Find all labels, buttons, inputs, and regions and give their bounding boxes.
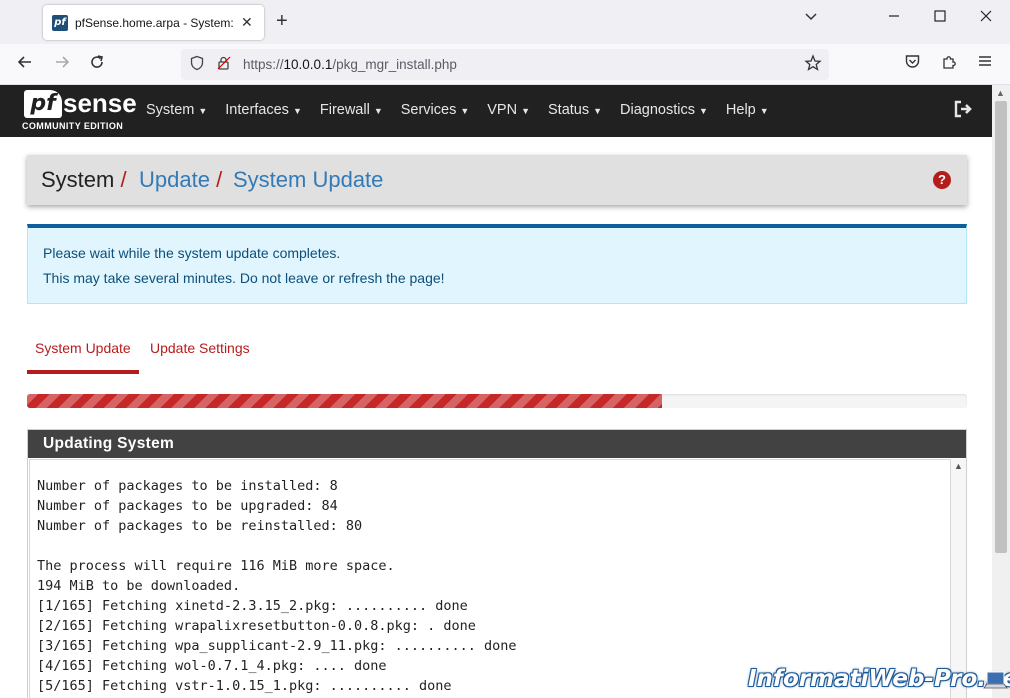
pfsense-logo-mark: pf [24, 90, 62, 118]
close-tab-icon[interactable]: ✕ [241, 14, 253, 31]
menu-interfaces[interactable]: Interfaces ▼ [225, 85, 302, 137]
new-tab-plus-icon[interactable]: + [276, 10, 288, 33]
url-text: https://10.0.0.1/pkg_mgr_install.php [243, 57, 457, 72]
menu-interfaces-label: Interfaces [225, 102, 289, 118]
url-path: /pkg_mgr_install.php [332, 57, 457, 72]
caret-down-icon: ▼ [198, 106, 208, 116]
console-line: [5/165] Fetching vstr-1.0.15_1.pkg: ....… [37, 678, 452, 694]
tab-system-update[interactable]: System Update [35, 340, 131, 356]
console-line: Number of packages to be installed: 8 [37, 478, 338, 494]
pfsense-favicon-icon: pf [52, 14, 68, 31]
breadcrumb-update-link[interactable]: Update / [139, 167, 222, 193]
site-security-lock-icon[interactable] [216, 55, 232, 75]
alert-line-2: This may take several minutes. Do not le… [43, 270, 445, 286]
minimize-window-icon[interactable] [886, 8, 902, 29]
close-window-icon[interactable] [978, 8, 994, 29]
active-tab-indicator [27, 370, 139, 374]
reload-icon[interactable] [88, 53, 106, 76]
watermark-laptop-icon [982, 668, 1008, 694]
caret-down-icon: ▼ [460, 106, 470, 116]
console-line: The process will require 116 MiB more sp… [37, 558, 395, 574]
caret-down-icon: ▼ [521, 106, 531, 116]
watermark-text: InformatiWeb-Pro.net [748, 666, 1010, 692]
browser-nav-bar: https://10.0.0.1/pkg_mgr_install.php [0, 44, 1010, 85]
help-question-icon[interactable]: ? [933, 171, 951, 189]
address-bar[interactable]: https://10.0.0.1/pkg_mgr_install.php [181, 49, 829, 80]
update-progress-fill [27, 394, 663, 408]
caret-down-icon: ▼ [699, 106, 708, 116]
caret-down-icon: ▼ [759, 106, 769, 116]
scroll-up-arrow-icon[interactable]: ▲ [996, 88, 1005, 98]
breadcrumb-separator-text: / [120, 167, 127, 192]
update-progress-bar [27, 394, 967, 408]
tracking-protection-shield-icon[interactable] [189, 55, 205, 75]
pfsense-top-navbar: pf sense COMMUNITY EDITION System ▼ Inter… [0, 85, 992, 137]
maximize-window-icon[interactable] [932, 8, 948, 29]
alert-line-1: Please wait while the system update comp… [43, 245, 341, 261]
console-text: Number of packages to be installed: 8 Num… [37, 476, 517, 696]
info-alert: Please wait while the system update comp… [27, 224, 967, 304]
menu-services[interactable]: Services ▼ [401, 85, 470, 137]
pocket-icon[interactable] [904, 53, 921, 75]
menu-status-label: Status [548, 102, 590, 118]
menu-system[interactable]: System ▼ [146, 85, 207, 137]
console-line: [3/165] Fetching wpa_supplicant-2.9_11.p… [37, 638, 517, 654]
breadcrumb-system: System / [41, 167, 127, 193]
menu-services-label: Services [400, 102, 457, 118]
url-host: 10.0.0.1 [283, 57, 333, 72]
menu-firewall-label: Firewall [319, 102, 370, 118]
menu-status[interactable]: Status ▼ [548, 85, 602, 137]
console-scrollbar[interactable]: ▲ [951, 459, 966, 698]
menu-diagnostics[interactable]: Diagnostics ▼ [620, 85, 708, 137]
console-line: [4/165] Fetching wol-0.7.1_4.pkg: .... d… [37, 658, 387, 674]
caret-down-icon: ▼ [593, 106, 603, 116]
extensions-puzzle-icon[interactable] [941, 53, 958, 75]
hamburger-menu-icon[interactable] [977, 53, 993, 74]
console-line: [1/165] Fetching xinetd-2.3.15_2.pkg: ..… [37, 598, 468, 614]
console-line: 194 MiB to be downloaded. [37, 578, 241, 594]
pfsense-edition-label: COMMUNITY EDITION [22, 121, 124, 131]
panel-title: Updating System [28, 430, 966, 458]
console-line: Number of packages to be upgraded: 84 [37, 498, 338, 514]
breadcrumb-separator: / [210, 167, 222, 192]
breadcrumb-system-label: System [41, 167, 115, 192]
breadcrumb-system-update-link[interactable]: System Update [233, 167, 383, 193]
tab-update-settings[interactable]: Update Settings [150, 340, 250, 356]
forward-arrow-icon[interactable] [53, 53, 71, 76]
breadcrumb-separator-text: / [216, 167, 223, 192]
menu-vpn-label: VPN [487, 102, 518, 118]
updating-system-panel: Updating System Number of packages to be… [27, 429, 967, 698]
browser-tab[interactable]: pf pfSense.home.arpa - System: Up ✕ [43, 5, 264, 40]
menu-diagnostics-label: Diagnostics [620, 102, 695, 118]
logout-icon[interactable] [953, 99, 973, 119]
page-scrollbar-thumb[interactable] [995, 101, 1007, 553]
breadcrumb-separator: / [114, 167, 126, 192]
scroll-up-arrow-icon[interactable]: ▲ [954, 461, 963, 471]
list-all-tabs-chevron-icon[interactable] [803, 8, 819, 29]
pfsense-logo-word: sense [63, 88, 137, 118]
menu-vpn[interactable]: VPN ▼ [487, 85, 530, 137]
caret-down-icon: ▼ [373, 106, 383, 116]
menu-firewall[interactable]: Firewall ▼ [320, 85, 383, 137]
url-protocol: https:// [243, 57, 284, 72]
menu-system-label: System [146, 102, 195, 118]
pfsense-logo[interactable]: pf sense COMMUNITY EDITION [22, 88, 137, 134]
pfsense-main-menu: System ▼ Interfaces ▼ Firewall ▼ Services ▼ … [146, 85, 787, 137]
menu-help-label: Help [725, 102, 756, 118]
page-viewport: pf sense COMMUNITY EDITION System ▼ Inter… [0, 85, 992, 698]
breadcrumb-update-label: Update [139, 167, 210, 192]
update-console-output[interactable]: Number of packages to be installed: 8 Num… [29, 459, 951, 698]
browser-tab-title: pfSense.home.arpa - System: Up [75, 15, 235, 30]
page-tabs: System Update Update Settings [27, 330, 967, 375]
back-arrow-icon[interactable] [16, 53, 34, 76]
bookmark-star-icon[interactable] [804, 54, 822, 76]
browser-tab-strip: pf pfSense.home.arpa - System: Up ✕ + [0, 0, 1010, 44]
console-line: [2/165] Fetching wrapalixresetbutton-0.0… [37, 618, 476, 634]
console-line: Number of packages to be reinstalled: 80 [37, 518, 363, 534]
page-scrollbar[interactable]: ▲ [992, 85, 1010, 698]
breadcrumb: System / Update / System Update ? [27, 155, 967, 205]
menu-help[interactable]: Help ▼ [726, 85, 769, 137]
caret-down-icon: ▼ [292, 106, 302, 116]
